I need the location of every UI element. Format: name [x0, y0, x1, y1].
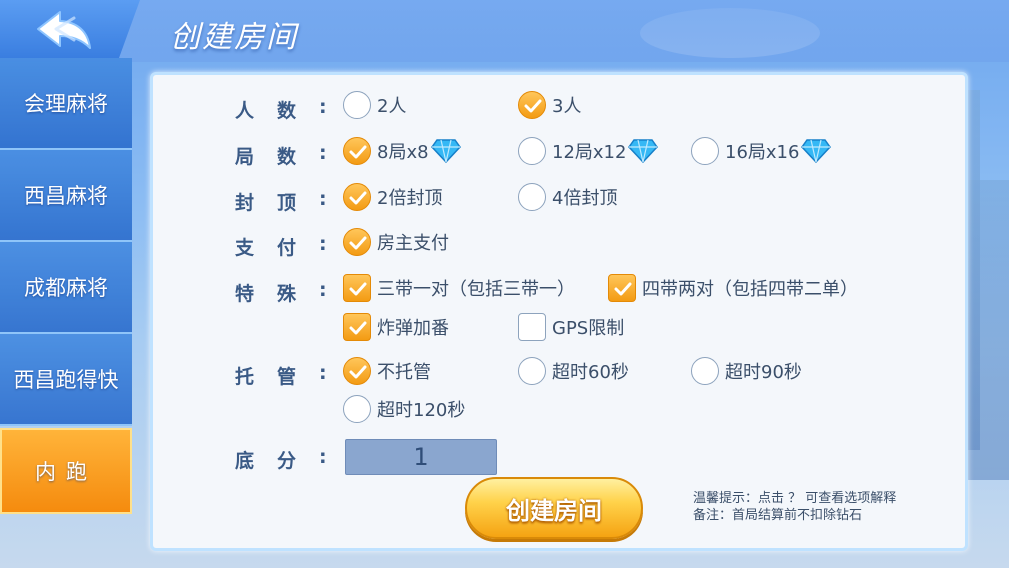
sidebar: 会理麻将 西昌麻将 成都麻将 西昌跑得快 内跑: [0, 58, 132, 568]
create-room-panel: 人数: 2人 3人 局数: 8局x8 12局x12 16局x16 封顶: 2倍封…: [150, 72, 968, 551]
header-bar: 创建房间: [0, 0, 1009, 62]
diamond-icon: [628, 139, 659, 164]
checkmark-icon: [349, 365, 367, 379]
rounds-option-16[interactable]: 16局x16: [691, 137, 832, 165]
payment-option-owner[interactable]: 房主支付: [343, 228, 449, 256]
diamond-icon: [801, 139, 832, 164]
checkbox-checked: [343, 313, 371, 341]
cap-option-4x[interactable]: 4倍封顶: [518, 183, 617, 211]
radio-unchecked: [343, 395, 371, 423]
rounds-option-8[interactable]: 8局x8: [343, 137, 461, 165]
special-option-three-with-pair[interactable]: 三带一对（包括三带一）: [343, 274, 575, 302]
payment-label: 支付:: [235, 233, 327, 259]
special-option-bomb-bonus[interactable]: 炸弹加番: [343, 313, 449, 341]
checkmark-icon: [349, 191, 367, 205]
hosting-label: 托管:: [235, 362, 327, 388]
players-option-3[interactable]: 3人: [518, 91, 581, 119]
checkmark-icon: [614, 282, 632, 296]
radio-unchecked: [343, 91, 371, 119]
checkbox-checked: [343, 274, 371, 302]
radio-checked: [343, 183, 371, 211]
checkmark-icon: [349, 236, 367, 250]
sidebar-item-xichang-paodekuai[interactable]: 西昌跑得快: [0, 334, 132, 426]
radio-unchecked: [691, 357, 719, 385]
back-button[interactable]: [34, 8, 94, 50]
sidebar-item-xichang-mahjong[interactable]: 西昌麻将: [0, 150, 132, 242]
radio-checked: [343, 228, 371, 256]
hosting-option-60s[interactable]: 超时60秒: [518, 357, 629, 385]
base-score-input[interactable]: 1: [345, 439, 497, 475]
create-room-button[interactable]: 创建房间: [465, 477, 643, 539]
radio-unchecked: [691, 137, 719, 165]
page-title: 创建房间: [170, 20, 298, 55]
special-option-gps-limit[interactable]: GPS限制: [518, 313, 624, 341]
diamond-icon: [430, 139, 461, 164]
hosting-option-120s[interactable]: 超时120秒: [343, 395, 465, 423]
special-option-four-with-two-pairs[interactable]: 四带两对（包括四带二单）: [608, 274, 858, 302]
cap-label: 封顶:: [235, 188, 327, 214]
special-label: 特殊:: [235, 279, 327, 305]
checkmark-icon: [524, 99, 542, 113]
cap-option-2x[interactable]: 2倍封顶: [343, 183, 442, 211]
rounds-label: 局数:: [235, 142, 327, 168]
checkmark-icon: [349, 282, 367, 296]
base-score-label: 底分:: [235, 446, 327, 472]
rounds-option-12[interactable]: 12局x12: [518, 137, 659, 165]
checkmark-icon: [349, 145, 367, 159]
radio-unchecked: [518, 183, 546, 211]
sidebar-item-huili-mahjong[interactable]: 会理麻将: [0, 58, 132, 150]
checkbox-unchecked: [518, 313, 546, 341]
checkmark-icon: [349, 321, 367, 335]
background-building: [968, 180, 1009, 480]
radio-checked: [343, 137, 371, 165]
note-text: 备注：首局结算前不扣除钻石: [693, 508, 863, 523]
radio-unchecked: [518, 357, 546, 385]
players-label: 人数:: [235, 96, 327, 122]
checkbox-checked: [608, 274, 636, 302]
hosting-option-none[interactable]: 不托管: [343, 357, 431, 385]
radio-checked: [343, 357, 371, 385]
hosting-option-90s[interactable]: 超时90秒: [691, 357, 802, 385]
players-option-2[interactable]: 2人: [343, 91, 406, 119]
sidebar-item-neipao[interactable]: 内跑: [0, 428, 132, 514]
radio-checked: [518, 91, 546, 119]
back-arrow-icon: [37, 11, 91, 49]
radio-unchecked: [518, 137, 546, 165]
sidebar-item-chengdu-mahjong[interactable]: 成都麻将: [0, 242, 132, 334]
